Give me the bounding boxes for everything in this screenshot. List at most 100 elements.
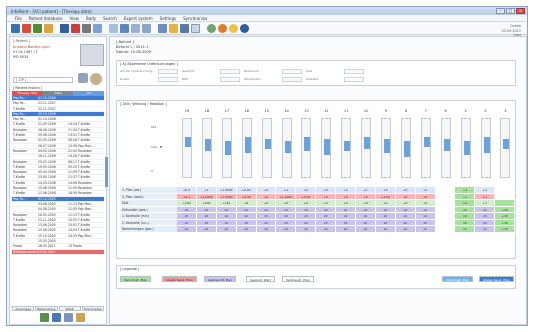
time-slot[interactable] <box>500 118 511 178</box>
grid-cell[interactable]: x0 <box>216 226 237 232</box>
time-slot[interactable] <box>400 118 411 178</box>
time-slot[interactable] <box>440 118 451 178</box>
record-icon[interactable] <box>71 23 80 33</box>
warning-icon[interactable] <box>218 23 227 33</box>
calendar-icon[interactable] <box>158 23 167 33</box>
check-icon[interactable] <box>207 23 216 33</box>
grid-cell[interactable]: x0 <box>296 219 317 225</box>
grid-cell[interactable]: x0 <box>415 206 436 212</box>
grid-cell[interactable]: +200 <box>196 200 217 206</box>
grid-cell[interactable]: x0 <box>316 226 337 232</box>
grid-cell[interactable] <box>435 213 456 219</box>
grid-cell[interactable]: x0 <box>177 206 197 212</box>
grid-cell[interactable]: x0 <box>276 226 297 232</box>
legend-item[interactable]: Abweichend: Plan <box>479 276 514 282</box>
grid-cell[interactable]: x0 <box>276 206 297 212</box>
grid-cell[interactable]: +1.00 <box>375 193 396 199</box>
grid-cell[interactable]: +0 <box>276 200 297 206</box>
menu-item[interactable]: Synchronize <box>183 16 207 21</box>
minimize-button[interactable]: – <box>496 8 505 14</box>
grid-cell[interactable]: +1 <box>475 200 496 206</box>
star-icon[interactable] <box>229 23 238 33</box>
zoom-icon[interactable] <box>109 23 118 33</box>
grid-cell[interactable]: x0 <box>336 226 357 232</box>
grid-cell[interactable] <box>435 226 456 232</box>
time-slot[interactable] <box>301 118 312 178</box>
grid-cell[interactable]: +0 <box>415 200 436 206</box>
grid-cell[interactable]: x0 <box>296 206 317 212</box>
grid-cell[interactable]: +0 <box>375 200 396 206</box>
grid-cell[interactable]: +0 <box>356 200 376 206</box>
time-slot[interactable] <box>381 118 391 178</box>
grid-cell[interactable] <box>435 200 456 206</box>
grid-cell[interactable]: +1 <box>415 187 436 193</box>
grid-cell[interactable] <box>435 187 456 193</box>
grid-cell[interactable]: x0 <box>296 226 317 232</box>
add-icon[interactable] <box>40 313 49 322</box>
time-slot[interactable] <box>281 118 292 178</box>
grid-cell[interactable]: +19 <box>495 206 516 212</box>
grid-cell[interactable] <box>435 193 456 199</box>
grid-cell[interactable]: x0 <box>395 213 416 219</box>
grid-cell[interactable]: x0 <box>475 206 496 212</box>
document-icon[interactable] <box>64 313 73 322</box>
grid-cell[interactable]: x0 <box>475 226 496 232</box>
grid-cell[interactable]: x0 <box>375 219 396 225</box>
grid-cell[interactable]: x0 <box>356 213 376 219</box>
grid-cell[interactable]: x0 <box>216 206 237 212</box>
bottom-tab[interactable]: Dokumente <box>81 306 104 311</box>
grid-cell[interactable]: x0 <box>455 226 476 232</box>
grid-cell[interactable]: x0 <box>336 213 357 219</box>
grid-cell[interactable]: +0 <box>375 187 396 193</box>
grid-cell[interactable] <box>435 206 456 212</box>
grid-cell[interactable]: x0 <box>475 213 496 219</box>
grid-cell[interactable]: +0.2 <box>177 187 197 193</box>
grid-cell[interactable]: x0 <box>375 206 396 212</box>
grid-cell[interactable]: +0 <box>395 187 416 193</box>
grid-cell[interactable]: +0 <box>395 193 416 199</box>
grid-cell[interactable]: +0 <box>356 193 376 199</box>
grid-cell[interactable]: +0 <box>256 193 277 199</box>
grid-cell[interactable]: +1.0000 <box>196 193 217 199</box>
time-slot[interactable] <box>480 118 491 178</box>
folder-icon[interactable] <box>44 23 53 33</box>
grid-cell[interactable]: x0 <box>177 213 197 219</box>
grid-cell[interactable]: x0 <box>455 206 476 212</box>
grid-cell[interactable]: +1.0000 <box>216 193 237 199</box>
grid-cell[interactable]: x0 <box>236 213 257 219</box>
patient-name[interactable]: Kristina Bahlen-Lyon <box>13 45 50 49</box>
grid-cell[interactable]: +0 <box>455 200 476 206</box>
menu-item[interactable]: Body <box>86 16 96 21</box>
time-slot[interactable] <box>321 118 332 178</box>
table-icon[interactable] <box>142 23 151 33</box>
patient-icon[interactable] <box>60 23 69 33</box>
grid-cell[interactable]: +0 <box>256 187 277 193</box>
open-icon[interactable] <box>11 23 20 33</box>
globe-icon[interactable] <box>240 23 249 33</box>
grid-cell[interactable] <box>495 193 516 199</box>
grid-cell[interactable]: +1 <box>455 187 476 193</box>
menu-item[interactable]: Settings <box>160 16 176 21</box>
image-icon[interactable] <box>93 23 102 33</box>
grid-cell[interactable]: x0 <box>256 219 277 225</box>
grid-cell[interactable]: +1.0000 <box>276 193 297 199</box>
legend-item[interactable]: Verordnet: Plan <box>120 276 152 282</box>
time-slot[interactable] <box>460 118 471 178</box>
grid-cell[interactable]: +19 <box>495 226 516 232</box>
grid-cell[interactable]: x0 <box>395 226 416 232</box>
field-input[interactable] <box>220 77 240 82</box>
grid-cell[interactable] <box>495 187 516 193</box>
legend-item[interactable]: Verbrauch: Plan <box>282 276 314 282</box>
grid-cell[interactable]: x0 <box>455 219 476 225</box>
grid-cell[interactable]: +19 <box>495 213 516 219</box>
field-input[interactable] <box>282 77 302 82</box>
grid-cell[interactable]: +0 <box>415 193 436 199</box>
field-input[interactable] <box>220 69 240 74</box>
menu-item[interactable]: Search <box>103 16 117 21</box>
bottom-tab[interactable]: Anamnese <box>12 306 35 311</box>
grid-cell[interactable]: +140 <box>216 200 237 206</box>
grid-cell[interactable]: x0 <box>196 213 217 219</box>
settings-icon[interactable] <box>180 23 189 33</box>
grid-cell[interactable]: x0 <box>316 219 337 225</box>
grid-cell[interactable]: x0 <box>415 213 436 219</box>
